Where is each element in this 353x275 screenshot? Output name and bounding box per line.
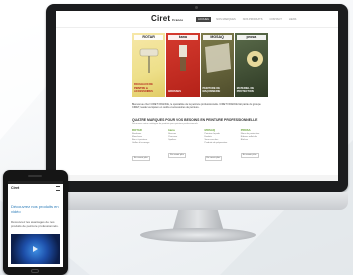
brush-icon (179, 45, 188, 71)
banner-caption: ROULEAUX DE PEINTRE & ACCESSOIRES (134, 83, 153, 93)
list-item: Grilles d'essorage (132, 142, 150, 144)
home-button[interactable] (31, 269, 39, 273)
intro-text: Bienvenue chez CIRET FRANCE, le spéciali… (132, 103, 261, 110)
banner-caption: MATERIEL DE PROTECTION (236, 86, 255, 93)
banner-panel-kana[interactable]: kana BROSSES (166, 33, 200, 97)
column-title: ROTAR (132, 128, 142, 132)
main-nav: ACCUEIL NOS MARQUES NOS PRODUITS CONTACT… (196, 17, 298, 22)
mobile-phone: Ciret Découvrez nos produits en vidéo Dé… (3, 170, 68, 275)
nav-item-liens[interactable]: LIENS (287, 17, 299, 22)
phone-screen: Ciret Découvrez nos produits en vidéo Dé… (8, 181, 63, 267)
more-link[interactable]: En savoir plus (204, 155, 223, 161)
hamburger-menu-icon[interactable] (56, 186, 60, 191)
list-item: Spalters (168, 139, 177, 141)
webcam-icon (195, 6, 198, 9)
brand-column: PROSA Films de protection Rubans adhésif… (240, 128, 272, 163)
site-header: Ciret France ACCUEIL NOS MARQUES NOS PROD… (56, 11, 338, 28)
banner-caption: BROSSES (168, 89, 181, 93)
brand-banner: ROTAR ROULEAUX DE PEINTRE & ACCESSOIRES … (132, 33, 268, 97)
section-heading: QUATRE MARQUES POUR VOS BESOINS EN PEINT… (132, 118, 258, 122)
banner-panel-prosa[interactable]: prosa MATERIEL DE PROTECTION (234, 33, 268, 97)
banner-panel-rotar[interactable]: ROTAR ROULEAUX DE PEINTRE & ACCESSOIRES (132, 33, 166, 97)
brand-column: MOSAQ Peinture façade Enduits Sous-couch… (204, 128, 236, 163)
monitor-chin (46, 192, 348, 210)
monitor-base (140, 228, 256, 242)
list-item: Produits de préparation (204, 142, 228, 144)
site-logo[interactable]: Ciret France (151, 14, 183, 23)
brand-columns: ROTAR Rouleaux Manchons Bacs à peinture … (132, 128, 272, 163)
banner-panel-mosaq[interactable]: MOSAQ PEINTURE DE MAÇONNERIE (200, 33, 234, 97)
site-footer (56, 175, 338, 181)
mobile-text: Découvrez les avantages de nos produits … (11, 220, 59, 228)
play-icon[interactable] (33, 246, 38, 252)
nav-item-marques[interactable]: NOS MARQUES (214, 17, 237, 22)
desktop-screen: Ciret France ACCUEIL NOS MARQUES NOS PROD… (56, 11, 338, 181)
column-title: kana (168, 128, 175, 132)
more-link[interactable]: En savoir plus (168, 152, 186, 158)
more-link[interactable]: En savoir plus (240, 152, 259, 158)
brand-column: kana Brosses Pinceaux Spalters En savoir… (168, 128, 199, 163)
phone-status-bar (8, 181, 63, 184)
video-player[interactable] (11, 234, 60, 264)
nav-item-produits[interactable]: NOS PRODUITS (241, 17, 265, 22)
mobile-logo[interactable]: Ciret (11, 186, 19, 190)
speaker-icon (28, 175, 42, 177)
section-subline: Découvrez notre catalogue de produits po… (132, 123, 199, 125)
list-item: Bâches (240, 139, 249, 141)
nav-item-accueil[interactable]: ACCUEIL (196, 17, 212, 22)
banner-caption: PEINTURE DE MAÇONNERIE (202, 86, 221, 93)
brand-column: ROTAR Rouleaux Manchons Bacs à peinture … (132, 128, 163, 163)
column-title: PROSA (240, 128, 251, 132)
column-title: MOSAQ (204, 128, 216, 132)
more-link[interactable]: En savoir plus (132, 155, 150, 161)
nav-item-contact[interactable]: CONTACT (267, 17, 283, 22)
desktop-monitor: Ciret France ACCUEIL NOS MARQUES NOS PROD… (46, 4, 348, 192)
mobile-heading: Découvrez nos produits en vidéo (11, 204, 59, 214)
